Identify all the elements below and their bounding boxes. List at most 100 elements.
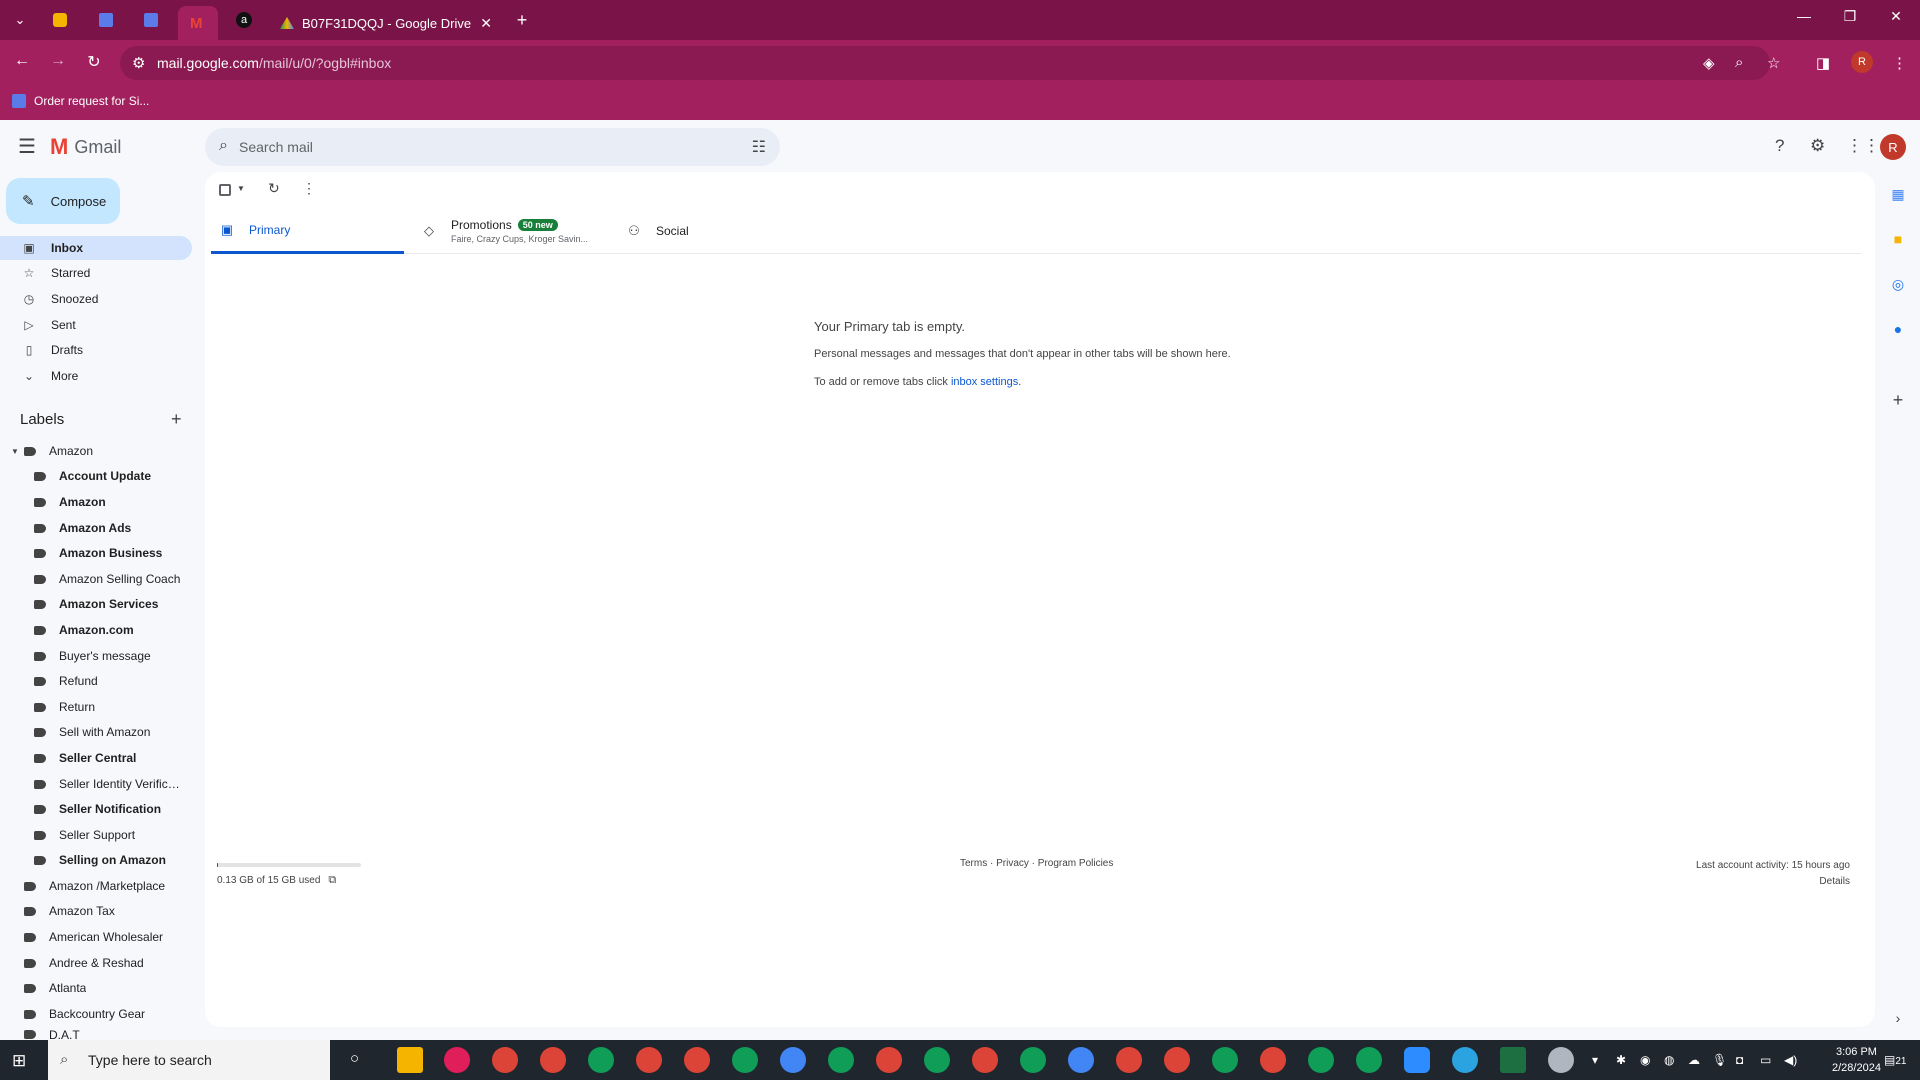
notification-center-icon[interactable]: ▤21 bbox=[1884, 1053, 1906, 1067]
browser-menu-icon[interactable]: ⋮ bbox=[1892, 54, 1907, 72]
side-panel-icon[interactable]: ◨ bbox=[1816, 54, 1830, 72]
chrome-icon[interactable] bbox=[876, 1047, 902, 1073]
account-avatar[interactable]: R bbox=[1880, 134, 1906, 160]
nav-more[interactable]: ⌄ More bbox=[0, 364, 192, 388]
inbox-settings-link[interactable]: inbox settings bbox=[951, 376, 1018, 388]
network-icon[interactable]: ▭ bbox=[1760, 1053, 1771, 1067]
reload-button[interactable]: ↻ bbox=[82, 52, 106, 72]
label-item[interactable]: Account Update1 bbox=[34, 464, 224, 488]
chrome-icon[interactable] bbox=[924, 1047, 950, 1073]
tab-social[interactable]: ⚇ Social bbox=[626, 208, 816, 254]
chrome-icon[interactable] bbox=[828, 1047, 854, 1073]
label-item[interactable]: Amazon Services5 bbox=[34, 592, 224, 616]
extension-icon[interactable]: ◈ bbox=[1703, 54, 1715, 72]
label-item[interactable]: Seller Identity Verifica... bbox=[34, 772, 224, 796]
footer-links[interactable]: Terms · Privacy · Program Policies bbox=[960, 858, 1113, 869]
keep-icon[interactable]: ■ bbox=[1887, 231, 1909, 247]
forward-button[interactable]: → bbox=[46, 52, 70, 70]
label-item[interactable]: Seller Central45 bbox=[34, 746, 224, 770]
microphone-icon[interactable]: 🎙 bbox=[1712, 1053, 1727, 1067]
taskbar-search[interactable]: ⌕ Type here to search bbox=[48, 1040, 330, 1080]
add-label-icon[interactable]: + bbox=[171, 409, 182, 430]
help-icon[interactable]: ? bbox=[1775, 136, 1784, 156]
tray-icon[interactable]: ✱ bbox=[1616, 1053, 1626, 1067]
tab-google-drive[interactable]: B07F31DQQJ - Google Drive ✕ bbox=[270, 6, 502, 40]
chrome-icon[interactable] bbox=[540, 1047, 566, 1073]
nav-starred[interactable]: ☆ Starred bbox=[0, 261, 192, 285]
tab-promotions[interactable]: ◇ Promotions 50 new Faire, Crazy Cups, K… bbox=[421, 208, 611, 254]
new-tab-button[interactable]: + bbox=[508, 6, 536, 34]
nav-sent[interactable]: ▷ Sent bbox=[0, 313, 192, 337]
chrome-icon[interactable] bbox=[972, 1047, 998, 1073]
file-explorer-icon[interactable] bbox=[397, 1047, 423, 1073]
chrome-icon[interactable] bbox=[1356, 1047, 1382, 1073]
close-icon[interactable]: ✕ bbox=[480, 15, 492, 32]
site-info-icon[interactable]: ⚙ bbox=[132, 54, 145, 72]
pinned-tab-1[interactable] bbox=[46, 6, 74, 34]
main-menu-icon[interactable]: ☰ bbox=[18, 134, 36, 159]
nav-snoozed[interactable]: ◷ Snoozed bbox=[0, 287, 192, 311]
chrome-icon[interactable] bbox=[684, 1047, 710, 1073]
settings-gear-icon[interactable]: ⚙ bbox=[1810, 136, 1825, 156]
label-item[interactable]: American Wholesaler bbox=[24, 925, 214, 949]
browser-profile-avatar[interactable]: R bbox=[1851, 51, 1873, 73]
camera-icon[interactable]: ◘ bbox=[1736, 1053, 1743, 1067]
pinned-tab-3[interactable] bbox=[137, 6, 165, 34]
label-item[interactable]: Seller Support bbox=[34, 823, 224, 847]
label-item[interactable]: Seller Notification7 bbox=[34, 797, 224, 821]
compose-button[interactable]: ✎ Compose bbox=[6, 178, 120, 224]
select-dropdown-icon[interactable]: ▼ bbox=[237, 184, 245, 193]
search-icon[interactable]: ⌕ bbox=[219, 137, 228, 155]
zoom-app-icon[interactable] bbox=[1404, 1047, 1430, 1073]
label-item[interactable]: Sell with Amazon bbox=[34, 720, 224, 744]
label-item[interactable]: Buyer's message bbox=[34, 644, 224, 668]
more-options-icon[interactable]: ⋮ bbox=[302, 180, 316, 197]
label-item[interactable]: Backcountry Gear bbox=[24, 1002, 214, 1026]
label-item[interactable]: Amazon Tax bbox=[24, 899, 214, 923]
bookmark-star-icon[interactable]: ☆ bbox=[1767, 54, 1780, 72]
label-item[interactable]: Return bbox=[34, 695, 224, 719]
collapse-caret-icon[interactable]: ▼ bbox=[11, 447, 19, 456]
select-all-checkbox[interactable] bbox=[219, 184, 231, 196]
label-item[interactable]: Refund bbox=[34, 669, 224, 693]
label-item[interactable]: Selling on Amazon8 bbox=[34, 848, 224, 872]
pinned-tab-amazon[interactable]: a bbox=[230, 6, 258, 34]
chrome-icon[interactable] bbox=[780, 1047, 806, 1073]
nav-inbox[interactable]: ▣ Inbox bbox=[0, 236, 192, 260]
label-item[interactable]: Atlanta bbox=[24, 976, 214, 1000]
minimize-button[interactable]: — bbox=[1784, 8, 1824, 24]
nav-drafts[interactable]: ▯ Drafts bbox=[0, 338, 192, 362]
search-input[interactable] bbox=[239, 128, 709, 166]
search-options-icon[interactable]: ☷ bbox=[752, 137, 766, 157]
tab-primary[interactable]: ▣ Primary bbox=[211, 208, 404, 254]
chrome-icon[interactable] bbox=[732, 1047, 758, 1073]
excel-icon[interactable] bbox=[1500, 1047, 1526, 1073]
add-addon-icon[interactable]: + bbox=[1887, 390, 1909, 411]
chrome-icon[interactable] bbox=[1020, 1047, 1046, 1073]
zoom-icon[interactable]: ⌕ bbox=[1735, 54, 1743, 71]
tray-icon[interactable]: ◉ bbox=[1640, 1053, 1650, 1067]
bookmark-item[interactable]: Order request for Si... bbox=[12, 94, 149, 108]
chrome-icon[interactable] bbox=[1068, 1047, 1094, 1073]
chrome-icon[interactable] bbox=[1260, 1047, 1286, 1073]
expand-panel-icon[interactable]: › bbox=[1887, 1010, 1909, 1026]
tasks-icon[interactable]: ◎ bbox=[1887, 276, 1909, 293]
window-close-button[interactable]: ✕ bbox=[1876, 8, 1916, 25]
tab-gmail[interactable]: M bbox=[178, 6, 218, 40]
label-item[interactable]: Amazon bbox=[24, 439, 214, 463]
chrome-icon[interactable] bbox=[1164, 1047, 1190, 1073]
refresh-icon[interactable]: ↻ bbox=[268, 180, 280, 197]
tray-icon[interactable]: ▾ bbox=[1592, 1053, 1598, 1067]
gmail-logo[interactable]: M Gmail bbox=[50, 134, 121, 160]
label-item[interactable]: Amazon Selling Coach bbox=[34, 567, 224, 591]
open-external-icon[interactable]: ⧉ bbox=[328, 874, 336, 887]
label-item[interactable]: Amazon1 bbox=[34, 490, 224, 514]
calendar-icon[interactable]: ▦ bbox=[1887, 186, 1909, 203]
taskbar-clock[interactable]: 3:06 PM 2/28/2024 bbox=[1832, 1044, 1881, 1076]
back-button[interactable]: ← bbox=[10, 52, 34, 70]
windows-start-icon[interactable]: ⊞ bbox=[12, 1051, 26, 1071]
url-text[interactable]: mail.google.com/mail/u/0/?ogbl#inbox bbox=[157, 55, 391, 71]
label-item[interactable]: Amazon /Marketplace bbox=[24, 874, 214, 898]
cortana-icon[interactable]: ○ bbox=[350, 1050, 359, 1067]
address-bar[interactable]: ⚙ mail.google.com/mail/u/0/?ogbl#inbox ◈… bbox=[120, 46, 1780, 80]
